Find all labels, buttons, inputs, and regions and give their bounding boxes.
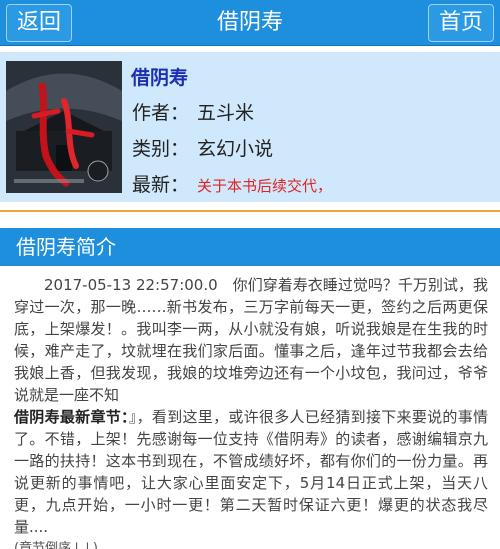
book-intro: 2017-05-13 22:57:00.0 你们穿着寿衣睡过觉吗？千万别试，我穿… [14,274,488,549]
author-row: 作者： 五斗米 [132,98,254,125]
category-row: 类别： 玄幻小说 [132,134,273,161]
latest-chapter-label[interactable]: 借阴寿最新章节： [14,408,129,426]
intro-section-title: 借阴寿简介 [16,235,116,259]
latest-row: 最新： 关于本书后续交代， [132,170,332,197]
latest-label: 最新： [132,174,190,196]
book-cover-image[interactable] [6,61,122,193]
intro-paragraph: 2017-05-13 22:57:00.0 你们穿着寿衣睡过觉吗？千万别试，我穿… [14,276,488,404]
author-label: 作者： [132,102,190,124]
author-value[interactable]: 五斗米 [197,102,254,124]
category-value[interactable]: 玄幻小说 [197,138,273,160]
latest-chapter-text: 』，看到这里，或许很多人已经猜到接下来要说的事情了。不错，上架！先感谢每一位支持… [14,408,488,536]
home-button[interactable]: 首页 [428,4,494,42]
latest-chapter-paragraph: 借阴寿最新章节：』，看到这里，或许很多人已经猜到接下来要说的事情了。不错，上架！… [14,406,488,538]
page-title: 借阴寿 [216,10,283,35]
cover-artwork [6,61,122,193]
book-info-panel: 借阴寿 作者： 五斗米 类别： 玄幻小说 最新： 关于本书后续交代， [0,52,500,202]
category-label: 类别： [132,138,190,160]
book-title[interactable]: 借阴寿 [131,63,188,90]
latest-chapter-link[interactable]: 关于本书后续交代， [197,177,332,195]
intro-section-header: 借阴寿简介 [0,228,500,266]
divider [0,210,500,212]
chapter-sort-toggle[interactable]: (章节倒序↓↓) [14,538,488,549]
top-bar: 借阴寿 返回 首页 [0,0,500,46]
back-button[interactable]: 返回 [6,4,72,42]
